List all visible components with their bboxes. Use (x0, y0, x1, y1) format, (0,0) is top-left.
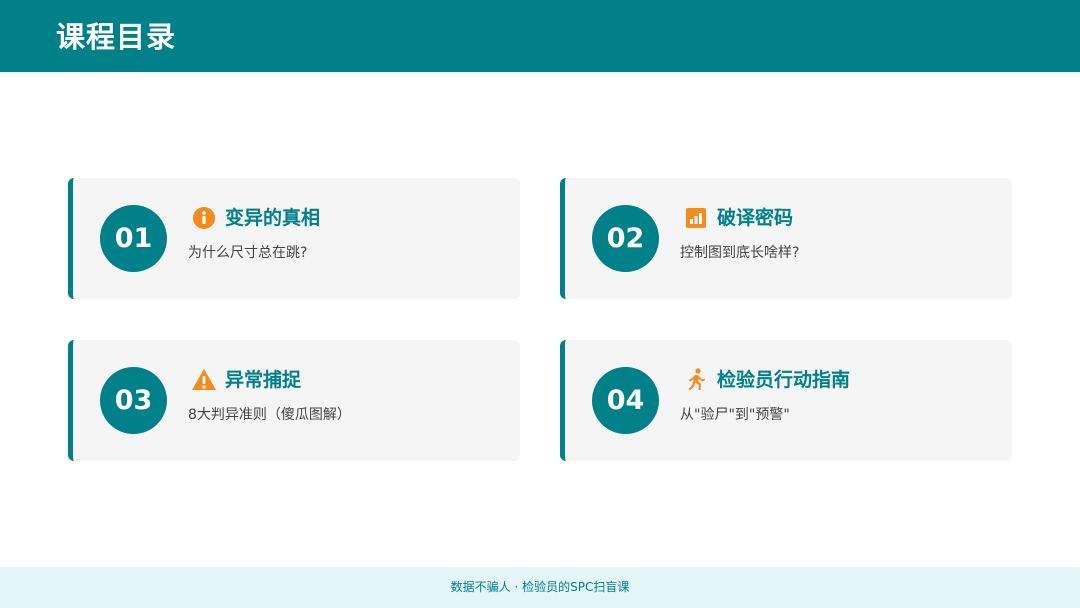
card-title: 检验员行动指南 (717, 369, 851, 391)
card-title: 变异的真相 (225, 207, 321, 229)
card-subtitle: 控制图到底长啥样? (680, 245, 800, 261)
header-bar: 课程目录 (0, 0, 1080, 72)
footer-bar: 数据不骗人 · 检验员的SPC扫盲课 (0, 567, 1080, 608)
card-subtitle: 8大判异准则（傻瓜图解） (188, 407, 351, 423)
bar-chart-icon (682, 204, 710, 232)
card-title: 异常捕捉 (225, 369, 302, 391)
course-card-01: 01 变异的真相 为什么尺寸总在跳? (68, 178, 520, 299)
course-card-04: 04 检验员行动指南 从"验尸"到"预警" (560, 340, 1012, 461)
card-subtitle: 从"验尸"到"预警" (680, 407, 790, 423)
info-icon (190, 204, 218, 232)
warning-icon (190, 366, 218, 394)
card-subtitle: 为什么尺寸总在跳? (188, 245, 308, 261)
card-title: 破译密码 (717, 207, 794, 229)
page-title: 课程目录 (56, 20, 177, 54)
number-badge: 02 (592, 205, 659, 272)
number-badge: 01 (100, 205, 167, 272)
course-card-02: 02 破译密码 控制图到底长啥样? (560, 178, 1012, 299)
number-badge: 04 (592, 367, 659, 434)
running-person-icon (682, 366, 710, 394)
footer-text: 数据不骗人 · 检验员的SPC扫盲课 (450, 580, 630, 594)
course-card-03: 03 异常捕捉 8大判异准则（傻瓜图解） (68, 340, 520, 461)
number-badge: 03 (100, 367, 167, 434)
